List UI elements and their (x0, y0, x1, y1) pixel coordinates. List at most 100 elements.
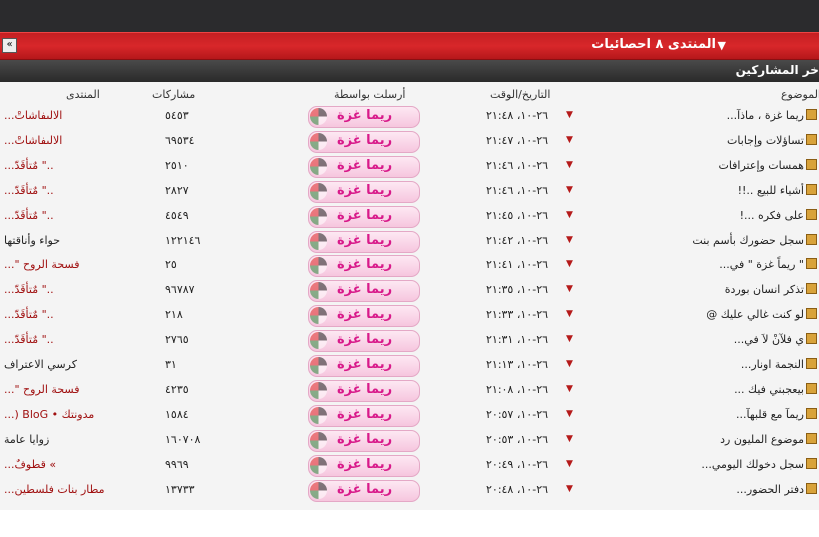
user-badge[interactable]: ريما غزة (308, 429, 420, 452)
username[interactable]: ريما غزة (337, 357, 392, 372)
topic-link[interactable]: ريمآ مع قلبهآ... (736, 407, 817, 421)
forum-link[interactable]: .." مٌتأقَدّ... (4, 333, 54, 346)
username[interactable]: ريما غزة (337, 332, 392, 347)
forum-link[interactable]: .." مٌتأقَدّ... (4, 283, 54, 296)
forum-link[interactable]: زوايا عامة (4, 433, 49, 446)
forum-link[interactable]: »‏ قطوفٌ... (4, 458, 56, 471)
topic-title[interactable]: موضوع المليون رد (720, 433, 804, 446)
dropdown-arrow-icon[interactable]: ▼ (566, 110, 573, 120)
topic-link[interactable]: موضوع المليون رد (720, 432, 817, 446)
user-badge[interactable]: ريما غزة (308, 255, 420, 278)
topic-title[interactable]: تذكر انسان بوردة (725, 283, 804, 296)
table-row: ريمآ مع قلبهآ... ▼ ٢٦-١٠، ٢٠:٥٧ ريما غزة ١٥٨… (0, 403, 819, 428)
topic-link[interactable]: سجل حضورك بأسم بنت (692, 233, 817, 247)
user-badge[interactable]: ريما غزة (308, 330, 420, 353)
username[interactable]: ريما غزة (337, 183, 392, 198)
topic-title[interactable]: تساؤلات وإجابات (727, 134, 804, 147)
topic-title[interactable]: على فكره ...! (740, 209, 804, 222)
topic-link[interactable]: النجمة اونار... (741, 358, 817, 371)
user-badge[interactable]: ريما غزة (308, 205, 420, 228)
topic-title[interactable]: أشياء للبيع ..!! (738, 184, 804, 197)
dropdown-arrow-icon[interactable]: ▼ (566, 309, 573, 319)
dropdown-arrow-icon[interactable]: ▼ (566, 334, 573, 344)
topic-title[interactable]: لو كنت غالي عليك @ (706, 308, 804, 321)
username[interactable]: ريما غزة (337, 158, 392, 173)
topic-title[interactable]: ريمآ مع قلبهآ... (736, 408, 804, 421)
dropdown-arrow-icon[interactable]: ▼ (566, 284, 573, 294)
topic-link[interactable]: دفتر الحضور... (736, 482, 817, 496)
topic-title[interactable]: بيعجبني فيك ... (734, 383, 804, 396)
username[interactable]: ريما غزة (337, 407, 392, 422)
username[interactable]: ريما غزة (337, 457, 392, 472)
dropdown-arrow-icon[interactable]: ▼ (566, 359, 573, 369)
topic-link[interactable]: تذكر انسان بوردة (725, 283, 817, 296)
username[interactable]: ريما غزة (337, 432, 392, 447)
double-chevron-up-icon[interactable]: « (2, 38, 17, 53)
dropdown-arrow-icon[interactable]: ▼ (566, 210, 573, 220)
topic-link[interactable]: ي فلآنْ لاَ في... (734, 333, 817, 346)
username[interactable]: ريما غزة (337, 382, 392, 397)
dropdown-arrow-icon[interactable]: ▼ (566, 259, 573, 269)
username[interactable]: ريما غزة (337, 282, 392, 297)
user-badge[interactable]: ريما غزة (308, 355, 420, 377)
forum-link[interactable]: حواء وأناقتها (4, 234, 60, 247)
topic-link[interactable]: لو كنت غالي عليك @ (706, 308, 817, 321)
stats-title[interactable]: المنتدى ٨ احصائيات (591, 37, 716, 52)
username[interactable]: ريما غزة (337, 233, 392, 248)
topic-link[interactable]: تساؤلات وإجابات (727, 133, 817, 147)
dropdown-arrow-icon[interactable]: ▼ (566, 459, 573, 469)
topic-title[interactable]: سجل حضورك بأسم بنت (692, 234, 804, 247)
username[interactable]: ريما غزة (337, 133, 392, 148)
topic-link[interactable]: همسات وإعترافات (718, 158, 817, 172)
dropdown-arrow-icon[interactable]: ▼ (566, 434, 573, 444)
topic-title[interactable]: النجمة اونار... (741, 358, 804, 371)
topic-title[interactable]: دفتر الحضور... (736, 483, 804, 496)
username[interactable]: ريما غزة (337, 108, 392, 123)
user-badge[interactable]: ريما غزة (308, 230, 420, 253)
topic-link[interactable]: " ريماً غزة " في... (719, 258, 817, 271)
topic-title[interactable]: همسات وإعترافات (718, 159, 804, 172)
user-badge[interactable]: ريما غزة (308, 130, 420, 153)
forum-link[interactable]: .." مٌتأقَدّ... (4, 209, 54, 222)
forum-link[interactable]: فسحة الروح "... (4, 383, 80, 396)
user-badge[interactable]: ريما غزة (308, 454, 420, 477)
dropdown-arrow-icon[interactable]: ▼ (566, 135, 573, 145)
topic-title[interactable]: سجل دخولك اليومي... (701, 458, 804, 471)
topic-title[interactable]: ريما غزة ، ماذآ... (727, 109, 804, 122)
user-badge[interactable]: ريما غزة (308, 155, 420, 178)
dropdown-arrow-icon[interactable]: ▼ (566, 384, 573, 394)
topic-link[interactable]: سجل دخولك اليومي... (701, 457, 817, 471)
dropdown-arrow-icon[interactable]: ▼ (718, 39, 726, 52)
user-badge[interactable]: ريما غزة (308, 180, 420, 203)
dropdown-arrow-icon[interactable]: ▼ (566, 160, 573, 170)
topic-link[interactable]: على فكره ...! (740, 208, 817, 222)
topic-link[interactable]: أشياء للبيع ..!! (738, 183, 817, 197)
user-badge[interactable]: ريما غزة (308, 404, 420, 427)
user-badge[interactable]: ريما غزة (308, 305, 420, 328)
forum-link[interactable]: .." مٌتأقَدّ... (4, 159, 54, 172)
forum-link[interactable]: مطار بنات فلسطين... (4, 483, 105, 496)
username[interactable]: ريما غزة (337, 482, 392, 497)
topic-link[interactable]: بيعجبني فيك ... (734, 382, 817, 396)
topic-title[interactable]: ي فلآنْ لاَ في... (734, 333, 804, 346)
forum-link[interactable]: مدونتك • BloG (... (4, 408, 94, 421)
user-badge[interactable]: ريما غزة (308, 106, 420, 128)
user-badge[interactable]: ريما غزة (308, 379, 420, 402)
forum-link[interactable]: .." مٌتأقَدّ... (4, 308, 54, 321)
dropdown-arrow-icon[interactable]: ▼ (566, 409, 573, 419)
forum-link[interactable]: كرسي الاعتراف (4, 358, 77, 371)
forum-link[interactable]: فسحة الروح "... (4, 258, 80, 271)
user-badge[interactable]: ريما غزة (308, 479, 420, 502)
username[interactable]: ريما غزة (337, 257, 392, 272)
topic-title[interactable]: " ريماً غزة " في... (719, 258, 804, 271)
dropdown-arrow-icon[interactable]: ▼ (566, 484, 573, 494)
username[interactable]: ريما غزة (337, 307, 392, 322)
user-badge[interactable]: ريما غزة (308, 280, 420, 303)
topic-link[interactable]: ريما غزة ، ماذآ... (727, 109, 817, 122)
dropdown-arrow-icon[interactable]: ▼ (566, 185, 573, 195)
dropdown-arrow-icon[interactable]: ▼ (566, 235, 573, 245)
username[interactable]: ريما غزة (337, 208, 392, 223)
forum-link[interactable]: الالىفاشاتْ... (4, 134, 62, 147)
forum-link[interactable]: الالىفاشاتْ... (4, 109, 62, 122)
forum-link[interactable]: .." مٌتأقَدّ... (4, 184, 54, 197)
